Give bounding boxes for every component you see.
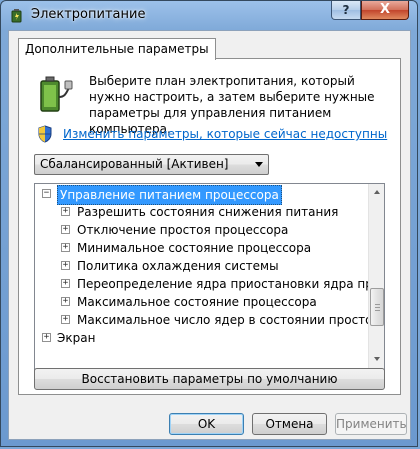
- chevron-down-icon: [255, 162, 263, 167]
- scroll-down-button[interactable]: [369, 351, 384, 367]
- grip-icon: [375, 310, 380, 311]
- vertical-scroll-thumb[interactable]: [370, 288, 384, 326]
- expand-icon[interactable]: +: [61, 243, 70, 252]
- scroll-up-button[interactable]: [369, 184, 384, 200]
- tree-item-label: Управление питанием процессора: [57, 185, 282, 205]
- tab-advanced-settings[interactable]: Дополнительные параметры: [18, 38, 216, 60]
- change-unavailable-settings-link[interactable]: Изменить параметры, которые сейчас недос…: [63, 127, 387, 141]
- power-plan-icon: [11, 9, 22, 23]
- arrow-down-icon: [374, 357, 380, 361]
- ok-button[interactable]: OK: [169, 413, 244, 435]
- dialog-client: Дополнительные параметры Выберите план э…: [8, 30, 411, 440]
- expand-icon[interactable]: +: [61, 315, 70, 324]
- tree-item-label: Политика охлаждения системы: [77, 259, 279, 273]
- expand-icon[interactable]: +: [61, 207, 70, 216]
- power-plan-selected: Сбалансированный [Активен]: [40, 157, 229, 171]
- vertical-scrollbar[interactable]: [368, 184, 384, 368]
- help-button[interactable]: ?: [331, 1, 361, 20]
- tree-item-label: Отключение простоя процессора: [77, 223, 289, 237]
- tree-item-label: Переопределение ядра приостановки ядра п…: [77, 277, 384, 291]
- tree-item-label: Экран: [57, 331, 96, 345]
- expand-icon[interactable]: +: [42, 333, 51, 342]
- power-plan-dropdown[interactable]: Сбалансированный [Активен]: [34, 154, 269, 175]
- apply-button[interactable]: Применить: [335, 413, 407, 435]
- power-options-window: Электропитание ? X Дополнительные параме…: [0, 0, 418, 447]
- window-title: Электропитание: [31, 7, 146, 22]
- collapse-icon[interactable]: −: [42, 189, 51, 198]
- restore-defaults-button[interactable]: Восстановить параметры по умолчанию: [34, 368, 385, 390]
- cancel-button[interactable]: Отмена: [252, 413, 327, 435]
- expand-icon[interactable]: +: [61, 261, 70, 270]
- tab-page: Выберите план электропитания, который ну…: [18, 58, 401, 395]
- title-bar[interactable]: Электропитание ? X: [1, 1, 417, 29]
- tree-item-label: Максимальное состояние процессора: [77, 295, 317, 309]
- expand-icon[interactable]: +: [61, 297, 70, 306]
- expand-icon[interactable]: +: [61, 225, 70, 234]
- uac-shield-icon: [38, 125, 52, 143]
- tree-item-label: Максимальное число ядер в состоянии прос…: [77, 313, 380, 327]
- expand-icon[interactable]: +: [61, 279, 70, 288]
- battery-plug-icon: [40, 76, 73, 112]
- tree-item-label: Минимальное состояние процессора: [77, 241, 312, 255]
- settings-tree[interactable]: − Управление питанием процессора + Разре…: [34, 183, 385, 385]
- tree-item-label: Разрешить состояния снижения питания: [77, 205, 339, 219]
- grip-icon: [375, 307, 380, 308]
- grip-icon: [375, 304, 380, 305]
- close-button[interactable]: X: [361, 1, 409, 20]
- arrow-up-icon: [374, 190, 380, 194]
